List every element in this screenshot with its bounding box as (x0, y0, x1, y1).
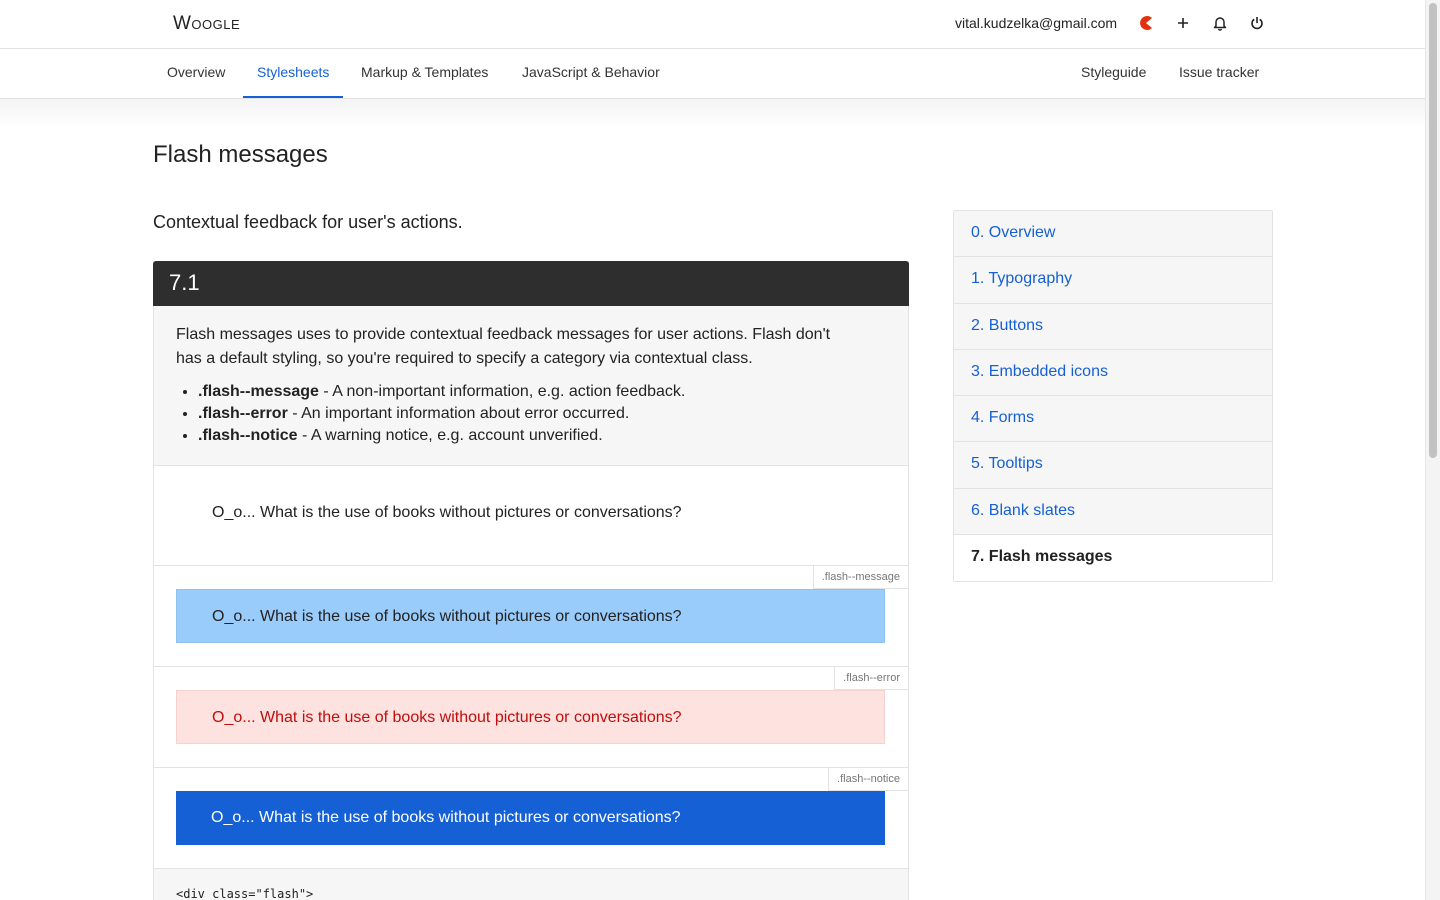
modifier-text: - A non-important information, e.g. acti… (318, 383, 686, 400)
page-scrollbar[interactable] (1425, 0, 1440, 900)
modifier-item: .flash--notice - A warning notice, e.g. … (198, 425, 886, 447)
bell-icon[interactable] (1210, 13, 1230, 33)
user-email[interactable]: vital.kudzelka@gmail.com (955, 15, 1117, 31)
sidebar-item-flash-messages[interactable]: 7. Flash messages (954, 535, 1272, 582)
nav-stylesheets[interactable]: Stylesheets (243, 49, 344, 98)
modifier-item: .flash--message - A non-important inform… (198, 381, 886, 403)
sidebar-item-overview[interactable]: 0. Overview (954, 211, 1272, 258)
plus-icon[interactable] (1173, 13, 1193, 33)
modifier-item: .flash--error - An important information… (198, 403, 886, 425)
section-7-1: 7.1 Flash messages uses to provide conte… (153, 261, 909, 900)
sidebar-item-embedded-icons[interactable]: 3. Embedded icons (954, 349, 1272, 397)
scrollbar-thumb[interactable] (1429, 3, 1437, 458)
example-flash-notice: .flash--notice O_o... What is the use of… (154, 768, 908, 869)
flash-message: O_o... What is the use of books without … (176, 589, 885, 643)
modifier-tag: .flash--notice (828, 768, 908, 791)
section-number: 7.1 (153, 261, 909, 306)
nav-issue-tracker[interactable]: Issue tracker (1179, 49, 1259, 98)
example-flash-default: O_o... What is the use of books without … (154, 466, 908, 566)
example-flash-error: .flash--error O_o... What is the use of … (154, 667, 908, 768)
modifier-name: .flash--message (198, 383, 319, 400)
description-text: Flash messages uses to provide contextua… (176, 326, 831, 367)
section-description: Flash messages uses to provide contextua… (154, 306, 908, 466)
flash-default: O_o... What is the use of books without … (212, 504, 682, 521)
modifier-text: - An important information about error o… (287, 405, 630, 422)
modifier-tag: .flash--message (812, 566, 908, 589)
page-title: Flash messages (153, 141, 328, 168)
modifier-name: .flash--notice (198, 427, 298, 444)
example-flash-message: .flash--message O_o... What is the use o… (154, 566, 908, 667)
nav-javascript-behavior[interactable]: JavaScript & Behavior (522, 49, 660, 98)
nav-styleguide[interactable]: Styleguide (1081, 49, 1146, 98)
sidebar-item-tooltips[interactable]: 5. Tooltips (954, 442, 1272, 489)
modifier-name: .flash--error (198, 405, 288, 422)
nav-shadow (0, 99, 1425, 129)
sidebar-item-forms[interactable]: 4. Forms (954, 396, 1272, 443)
modifier-list: .flash--message - A non-important inform… (176, 381, 886, 447)
flash-notice: O_o... What is the use of books without … (176, 791, 885, 845)
nav-markup-templates[interactable]: Markup & Templates (361, 49, 488, 98)
top-header: Woogle vital.kudzelka@gmail.com (0, 0, 1425, 49)
power-icon[interactable] (1247, 13, 1267, 33)
modifier-tag: .flash--error (834, 667, 908, 690)
code-snippet[interactable]: <div class="flash"> (154, 869, 908, 900)
logo[interactable]: Woogle (173, 13, 240, 35)
sidebar-item-buttons[interactable]: 2. Buttons (954, 303, 1272, 350)
modifier-text: - A warning notice, e.g. account unverif… (297, 427, 603, 444)
sidebar-item-blank-slates[interactable]: 6. Blank slates (954, 488, 1272, 536)
pacman-icon[interactable] (1137, 13, 1157, 33)
nav-overview[interactable]: Overview (167, 49, 225, 98)
sidebar-toc: 0. Overview 1. Typography 2. Buttons 3. … (953, 210, 1273, 583)
flash-error: O_o... What is the use of books without … (176, 690, 885, 744)
sidebar-item-typography[interactable]: 1. Typography (954, 257, 1272, 304)
main-nav: Overview Stylesheets Markup & Templates … (0, 49, 1425, 99)
page-lead: Contextual feedback for user's actions. (153, 212, 463, 232)
